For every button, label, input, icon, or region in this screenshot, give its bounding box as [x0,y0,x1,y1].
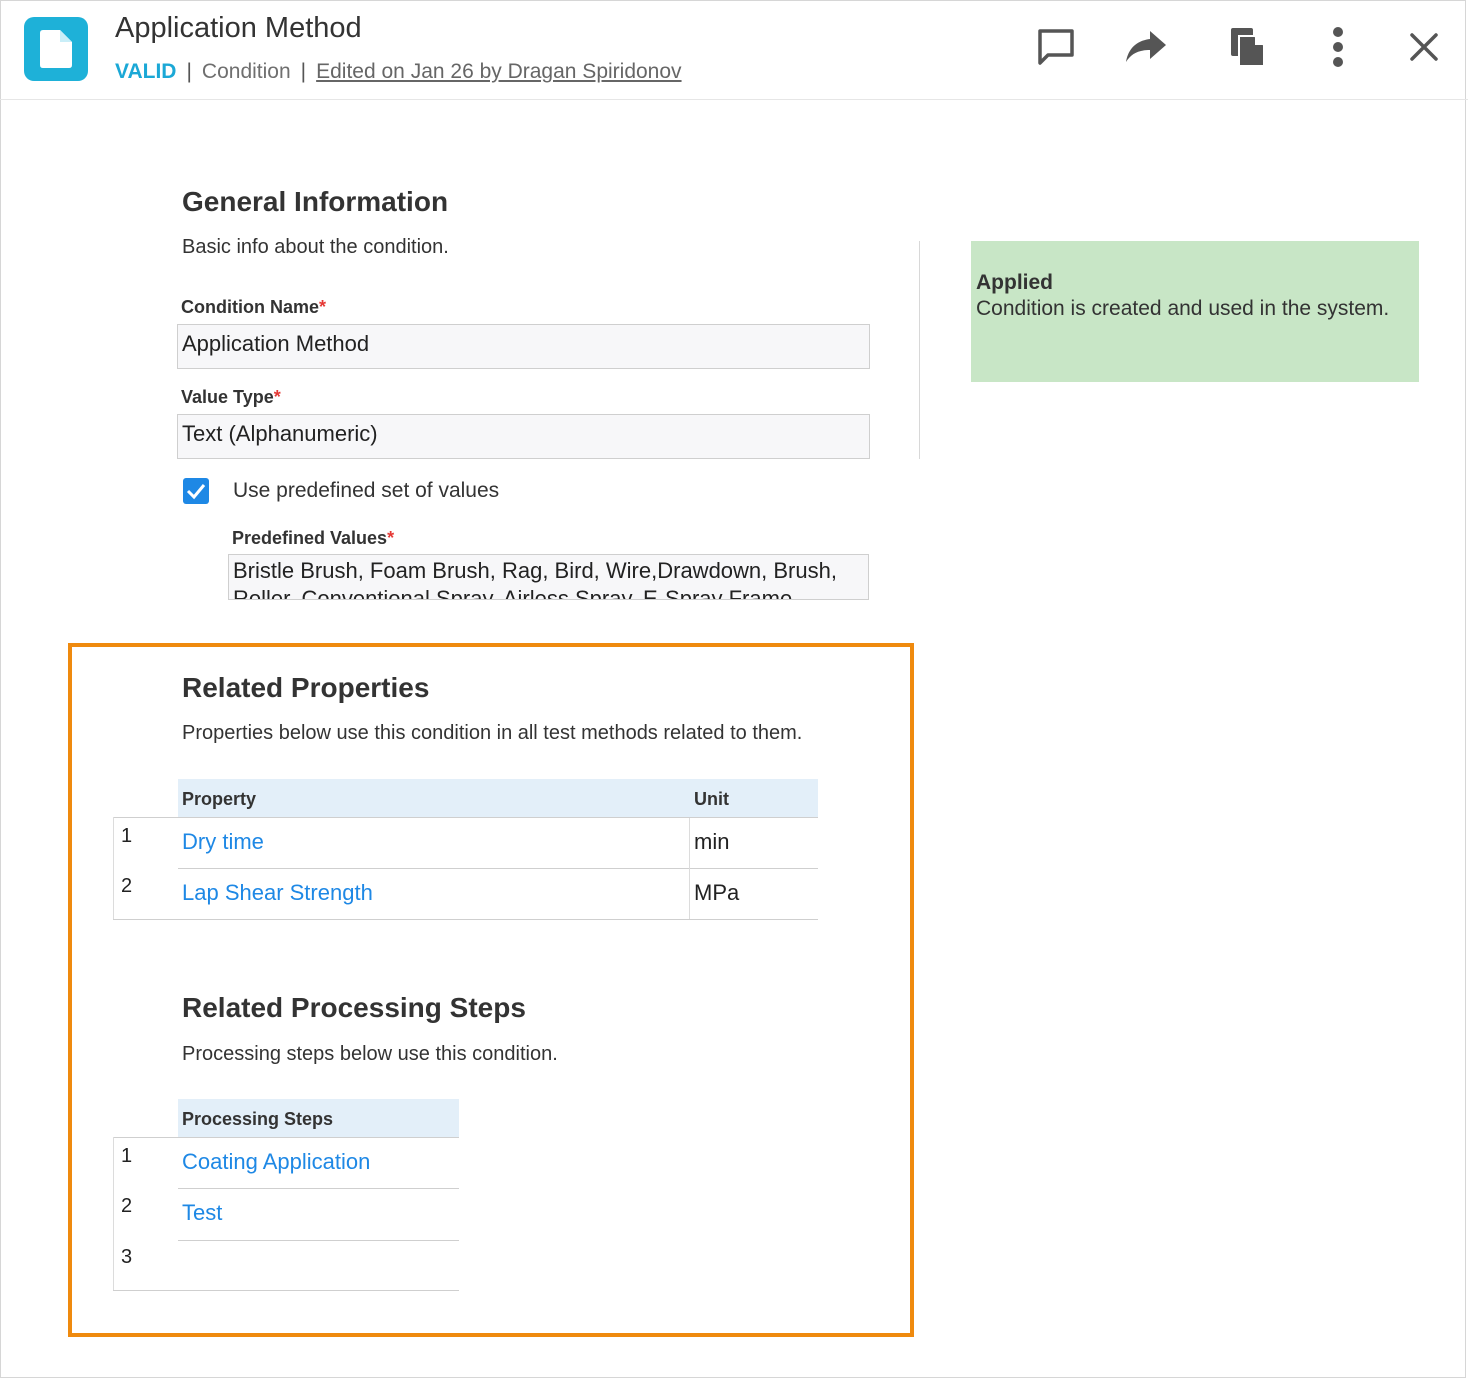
property-unit: min [694,829,730,854]
separator: | [300,60,307,83]
table-rule [178,1188,459,1189]
step-link-coating-application[interactable]: Coating Application [182,1149,370,1175]
highlight-frame [68,643,914,1337]
row-number: 2 [121,1195,133,1217]
related-steps-heading: Related Processing Steps [182,992,526,1023]
table-rule [113,1290,459,1291]
predefined-values-checkbox[interactable] [183,478,209,504]
header-bar: Application Method VALID | Condition | Edite… [0,0,1468,100]
predefined-values-checkbox-label: Use predefined set of values [233,479,500,502]
share-button[interactable] [1122,22,1170,76]
row-number: 2 [121,875,133,897]
column-header-property: Property [182,789,257,809]
properties-table-header: Property Unit [178,779,818,818]
comment-button[interactable] [1032,22,1080,76]
row-number: 1 [121,825,133,847]
row-number: 3 [121,1246,133,1268]
comment-icon [1035,26,1077,73]
close-icon [1410,32,1438,66]
table-rule [113,919,818,920]
row-number: 1 [121,1145,133,1167]
general-info-description: Basic info about the condition. [182,236,449,258]
condition-name-field[interactable]: Application Method [177,324,870,369]
share-icon [1124,29,1168,70]
table-rule [178,1240,459,1241]
status-panel: Applied Condition is created and used in… [971,241,1419,382]
steps-table-header: Processing Steps [178,1099,459,1138]
table-rule [113,1137,459,1138]
required-mark: * [273,387,281,407]
table-rule [113,817,114,919]
status-badge: VALID [115,60,177,83]
edited-link[interactable]: Edited on Jan 26 by Dragan Spiridonov [316,60,681,83]
value-type-field[interactable]: Text (Alphanumeric) [177,414,870,459]
predefined-values-label: Predefined Values* [232,528,395,548]
status-panel-title: Applied [976,271,1053,294]
column-header-unit: Unit [694,789,729,809]
step-link-test[interactable]: Test [182,1200,222,1226]
table-rule [178,868,818,869]
document-icon [24,17,88,81]
table-rule [113,817,818,818]
property-link-dry-time[interactable]: Dry time [182,829,264,855]
related-properties-heading: Related Properties [182,672,430,703]
related-properties-description: Properties below use this condition in a… [182,722,803,744]
more-vertical-icon [1332,26,1344,72]
condition-name-label: Condition Name* [181,297,327,317]
predefined-values-line: Bristle Brush, Foam Brush, Rag, Bird, Wi… [233,558,837,583]
required-mark: * [387,528,395,548]
table-rule [113,1137,114,1290]
close-button[interactable] [1400,22,1448,76]
column-divider [919,241,920,459]
separator: | [186,60,192,83]
more-button[interactable] [1314,22,1362,76]
status-panel-text: Condition is created and used in the sys… [976,297,1390,320]
predefined-values-field[interactable]: Bristle Brush, Foam Brush, Rag, Bird, Wi… [228,554,869,600]
header-meta: VALID | Condition | Edited on Jan 26 by Drag… [115,60,682,84]
property-link-lap-shear-strength[interactable]: Lap Shear Strength [182,880,373,906]
copy-icon [1229,26,1267,73]
table-rule [689,818,690,919]
item-type: Condition [201,60,291,83]
related-steps-description: Processing steps below use this conditio… [182,1043,558,1065]
value-type-label: Value Type* [181,387,281,407]
column-header-processing-steps: Processing Steps [182,1109,334,1129]
predefined-values-line: Roller, Conventional Spray, Airless Spra… [233,586,793,600]
copy-button[interactable] [1224,22,1272,76]
page-title: Application Method [115,12,362,44]
general-info-heading: General Information [182,186,449,217]
property-unit: MPa [694,880,740,905]
required-mark: * [319,297,327,317]
